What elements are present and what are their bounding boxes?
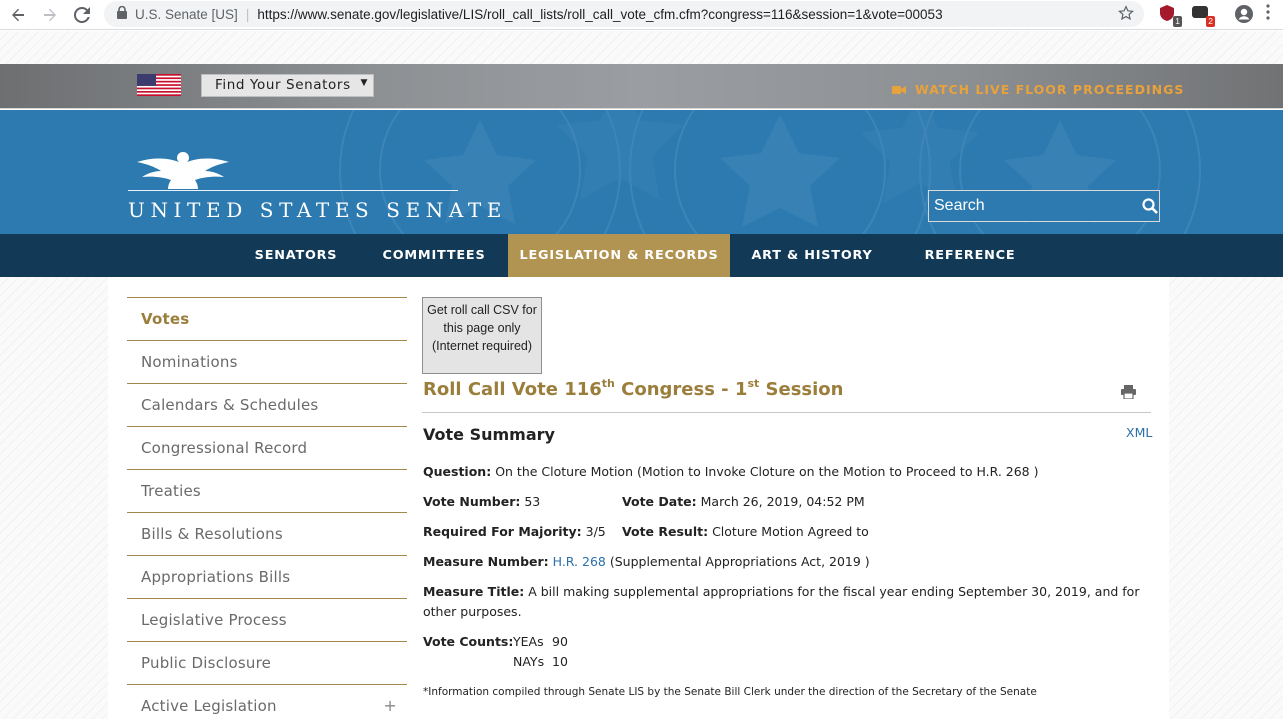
find-senators-label: Find Your Senators — [215, 77, 351, 93]
title-part: Roll Call Vote 116 — [423, 379, 602, 400]
question-value: On the Cloture Motion (Motion to Invoke … — [495, 464, 1039, 479]
measure-title-row: Measure Title: A bill making supplementa… — [423, 582, 1151, 622]
star-icon[interactable] — [1118, 5, 1134, 24]
vote-number-value: 53 — [524, 494, 541, 509]
utility-bar: Find Your Senators ▼ WATCH LIVE FLOOR PR… — [0, 64, 1283, 109]
watch-live-link[interactable]: WATCH LIVE FLOOR PROCEEDINGS — [892, 82, 1184, 97]
watch-live-label: WATCH LIVE FLOOR PROCEEDINGS — [915, 82, 1185, 97]
extension-chat-icon[interactable]: 2 — [1191, 4, 1215, 27]
extension-badge: 2 — [1206, 16, 1215, 27]
nav-reference[interactable]: REFERENCE — [912, 234, 1028, 277]
nays-label: NAYs — [513, 654, 545, 669]
camera-icon — [892, 85, 906, 94]
sidebar-item-label: Active Legislation — [141, 697, 277, 715]
vote-result-value: Cloture Motion Agreed to — [712, 524, 869, 539]
nav-committees[interactable]: COMMITTEES — [372, 234, 496, 277]
site-header: UNITED STATES SENATE — [0, 110, 1283, 234]
lock-icon — [117, 5, 127, 22]
vote-counts-label-text: Vote Counts: — [423, 634, 514, 649]
yeas-value: 90 — [552, 634, 568, 649]
xml-link[interactable]: XML — [1126, 425, 1152, 440]
required-majority-value: 3/5 — [585, 524, 606, 539]
required-majority-row: Required For Majority: 3/5 — [423, 524, 606, 539]
vote-result-label: Vote Result: — [622, 524, 709, 539]
address-bar[interactable]: U.S. Senate [US] | https://www.senate.go… — [104, 1, 1144, 27]
site-title[interactable]: UNITED STATES SENATE — [128, 198, 507, 222]
vote-date-label: Vote Date: — [622, 494, 697, 509]
forward-icon[interactable] — [38, 3, 62, 27]
extension-badge: 1 — [1173, 16, 1182, 27]
measure-number-description: (Supplemental Appropriations Act, 2019 ) — [609, 554, 870, 569]
site-identity: U.S. Senate [US] — [135, 6, 238, 22]
required-majority-label: Required For Majority: — [423, 524, 582, 539]
vote-date-row: Vote Date: March 26, 2019, 04:52 PM — [622, 494, 865, 509]
vote-result-row: Vote Result: Cloture Motion Agreed to — [622, 524, 869, 539]
sidebar-item-appropriations[interactable]: Appropriations Bills — [127, 555, 407, 598]
title-divider — [422, 412, 1151, 413]
vote-number-row: Vote Number: 53 — [423, 494, 540, 509]
flag-icon — [137, 74, 181, 96]
title-part: Session — [759, 379, 844, 400]
eagle-icon — [137, 152, 229, 189]
sidebar-item-legislative-process[interactable]: Legislative Process — [127, 598, 407, 641]
url-text: https://www.senate.gov/legislative/LIS/r… — [257, 6, 943, 22]
reload-icon[interactable] — [70, 3, 94, 27]
logo-divider — [128, 190, 458, 191]
sidebar-item-public-disclosure[interactable]: Public Disclosure — [127, 641, 407, 684]
extension-shield-icon[interactable]: 1 — [1158, 4, 1182, 27]
yeas-label: YEAs — [513, 634, 544, 649]
menu-icon[interactable] — [1266, 4, 1276, 24]
sidebar-item-calendars[interactable]: Calendars & Schedules — [127, 383, 407, 426]
search-input[interactable] — [929, 197, 1141, 215]
vote-date-value: March 26, 2019, 04:52 PM — [700, 494, 865, 509]
measure-title-label: Measure Title: — [423, 584, 525, 599]
profile-icon[interactable] — [1234, 4, 1254, 24]
nav-art-history[interactable]: ART & HISTORY — [744, 234, 880, 277]
sidebar-item-votes[interactable]: Votes — [127, 297, 407, 340]
vote-summary-heading: Vote Summary — [423, 425, 555, 444]
title-ordinal: st — [747, 377, 760, 390]
print-icon[interactable] — [1121, 384, 1136, 403]
main-navigation: SENATORS COMMITTEES LEGISLATION & RECORD… — [0, 234, 1283, 277]
expand-icon[interactable]: + — [383, 696, 397, 715]
title-ordinal: th — [601, 377, 615, 390]
vote-counts-label: Vote Counts: — [423, 634, 513, 649]
footnote: *Information compiled through Senate LIS… — [423, 686, 1037, 698]
measure-number-row: Measure Number: H.R. 268 (Supplemental A… — [423, 554, 870, 569]
vote-number-label: Vote Number: — [423, 494, 521, 509]
nays-value: 10 — [552, 654, 568, 669]
find-senators-select[interactable]: Find Your Senators ▼ — [201, 74, 374, 97]
measure-title-value: A bill making supplemental appropriation… — [423, 584, 1140, 619]
sidebar-item-bills-resolutions[interactable]: Bills & Resolutions — [127, 512, 407, 555]
nav-senators[interactable]: SENATORS — [242, 234, 350, 277]
question-label: Question: — [423, 464, 492, 479]
question-row: Question: On the Cloture Motion (Motion … — [423, 464, 1039, 479]
browser-toolbar: U.S. Senate [US] | https://www.senate.go… — [0, 0, 1283, 30]
back-icon[interactable] — [6, 3, 30, 27]
measure-number-link[interactable]: H.R. 268 — [553, 554, 606, 569]
sidebar-item-active-legislation[interactable]: Active Legislation + — [127, 684, 407, 719]
measure-number-label: Measure Number: — [423, 554, 549, 569]
sidebar: Votes Nominations Calendars & Schedules … — [127, 297, 407, 719]
search-icon[interactable] — [1141, 191, 1159, 221]
nav-legislation-records[interactable]: LEGISLATION & RECORDS — [508, 234, 730, 277]
csv-download-button[interactable]: Get roll call CSV for this page only (In… — [422, 297, 542, 374]
page-title: Roll Call Vote 116th Congress - 1st Sess… — [423, 377, 843, 400]
sidebar-item-congressional-record[interactable]: Congressional Record — [127, 426, 407, 469]
url-separator: | — [245, 6, 250, 22]
title-part: Congress - 1 — [614, 379, 748, 400]
search-box — [928, 190, 1160, 222]
sidebar-item-nominations[interactable]: Nominations — [127, 340, 407, 383]
sidebar-item-treaties[interactable]: Treaties — [127, 469, 407, 512]
dropdown-arrow-icon: ▼ — [360, 78, 368, 88]
page-background — [0, 31, 1283, 64]
